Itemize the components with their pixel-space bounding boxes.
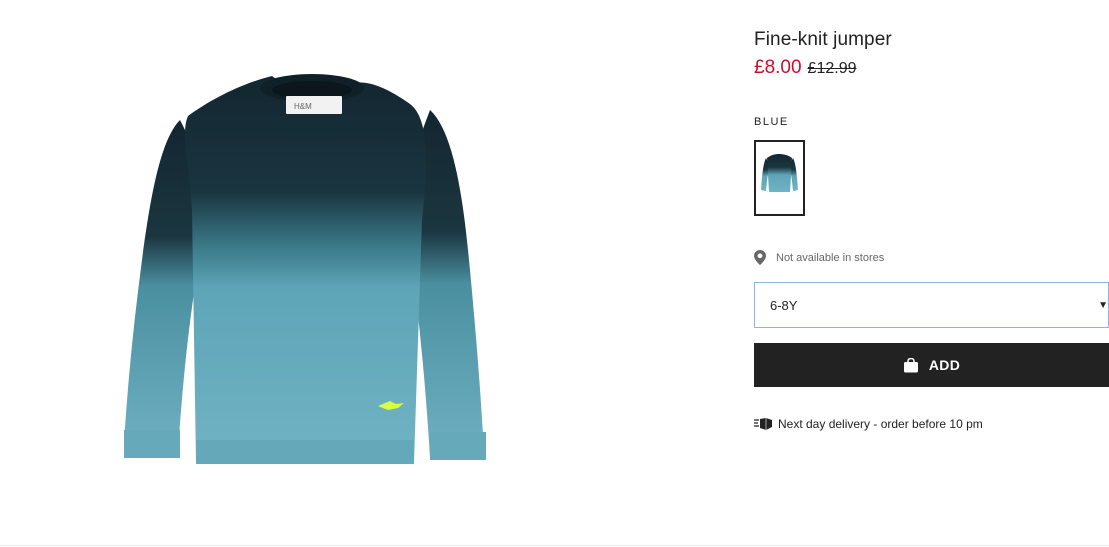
sale-price: £8.00	[754, 57, 802, 78]
product-title: Fine-knit jumper	[754, 29, 892, 50]
add-button-label: ADD	[928, 357, 961, 373]
availability-text: Not available in stores	[776, 251, 885, 264]
product-main-image[interactable]: H&M	[100, 60, 520, 480]
location-pin-icon	[754, 250, 766, 265]
original-price: £12.99	[807, 60, 857, 77]
add-to-bag-button[interactable]: ADD	[754, 343, 1109, 387]
size-select[interactable]: 6-8Y ▼	[754, 282, 1109, 328]
shopping-bag-icon	[903, 357, 918, 372]
product-page: H&M Fine-knit jumper £8.00 £12.99 BLUE N…	[0, 0, 1109, 547]
color-swatch-blue[interactable]	[754, 140, 805, 216]
product-details: Fine-knit jumper £8.00 £12.99 BLUE Not a…	[754, 28, 1109, 431]
jumper-illustration: H&M	[124, 74, 486, 464]
delivery-truck-icon	[754, 418, 772, 430]
delivery-info: Next day delivery - order before 10 pm	[754, 417, 1109, 431]
svg-text:H&M: H&M	[294, 102, 312, 111]
swatch-thumbnail	[761, 154, 798, 192]
store-availability: Not available in stores	[754, 250, 1109, 265]
page-divider	[0, 545, 1109, 546]
color-label: BLUE	[754, 116, 789, 128]
caret-down-icon: ▼	[1098, 299, 1108, 311]
delivery-text: Next day delivery - order before 10 pm	[778, 417, 983, 431]
selected-size: 6-8Y	[770, 297, 798, 313]
price-row: £8.00 £12.99	[754, 56, 1109, 80]
